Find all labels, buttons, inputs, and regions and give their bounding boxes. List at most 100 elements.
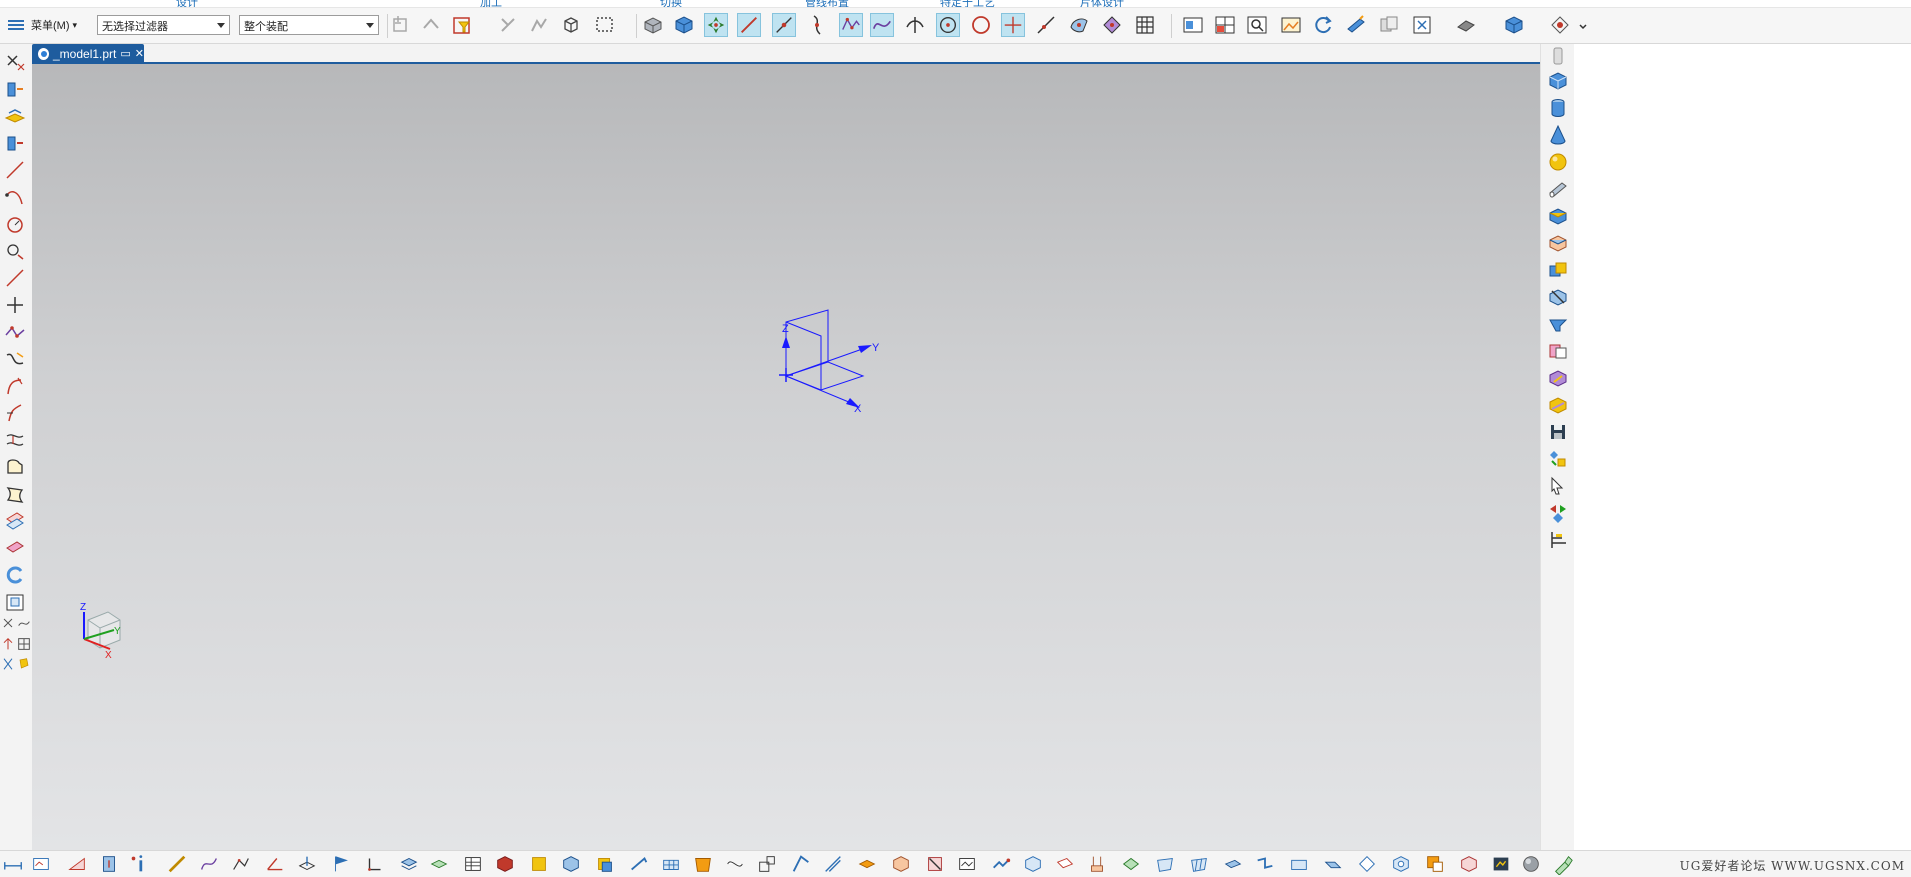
mold-icon[interactable] [594,853,616,875]
offset-region-icon[interactable] [1546,528,1570,552]
view-layout-icon[interactable] [1181,13,1205,37]
coordinate-icon[interactable] [364,853,386,875]
deselect-all-icon[interactable] [389,13,413,37]
assembly-icon[interactable] [1022,853,1044,875]
block-icon[interactable] [1546,69,1570,93]
ribbon-group-routing[interactable]: 管线布置 [805,0,849,7]
dimension-icon[interactable] [2,853,24,875]
menu-button[interactable]: 菜单(M) ▾ [2,14,81,36]
route-icon[interactable] [1086,853,1108,875]
surface-icon[interactable] [692,853,714,875]
boundary-plane-icon[interactable] [3,455,27,479]
offset-curve-icon[interactable] [3,401,27,425]
corner-icon[interactable] [1424,853,1446,875]
spring-icon[interactable] [822,853,844,875]
flat-pattern-icon[interactable] [1490,853,1512,875]
measure-icon[interactable] [98,853,120,875]
bridge-curve-icon[interactable] [3,347,27,371]
snap-spline-icon[interactable] [870,13,894,37]
swept-icon[interactable] [3,536,27,560]
thicken-icon[interactable] [1546,231,1570,255]
render-sphere-icon[interactable] [1520,853,1542,875]
view-split-icon[interactable] [1213,13,1237,37]
cone-icon[interactable] [1546,123,1570,147]
flag-note-icon[interactable] [330,853,352,875]
selection-filter-select[interactable]: 无选择过滤器 [97,15,230,35]
circle-icon[interactable] [3,212,27,236]
refresh-icon[interactable] [1311,13,1335,37]
jog-icon[interactable] [1254,853,1276,875]
document-tab[interactable]: _model1.prt ▭ ✕ [32,44,144,63]
cross-point-icon[interactable] [3,293,27,317]
cutout-icon[interactable] [1356,853,1378,875]
extrude-view-icon[interactable] [1344,13,1368,37]
toolbar-overflow-icon[interactable] [1577,13,1589,37]
select-filter-icon[interactable] [451,13,475,37]
chain-icon[interactable] [856,853,878,875]
tube-icon[interactable] [1546,177,1570,201]
extrude-block-icon[interactable] [1546,204,1570,228]
cylinder-icon[interactable] [1546,96,1570,120]
part-icon[interactable] [560,853,582,875]
shaded-view-icon[interactable] [641,13,665,37]
inspect-icon[interactable] [30,853,52,875]
snap-point-on-face-icon[interactable] [1067,13,1091,37]
save-icon[interactable] [1546,420,1570,444]
small-tool-c-icon[interactable] [0,636,16,652]
project-curve-icon[interactable] [3,428,27,452]
assembly-scope-select[interactable]: 整个装配 [239,15,379,35]
snap-control-point-icon[interactable] [772,13,796,37]
section-view-icon[interactable] [1377,13,1401,37]
snap-bounded-grid-icon[interactable] [1100,13,1124,37]
rebend-icon[interactable] [1322,853,1344,875]
weld-icon[interactable] [1120,853,1142,875]
section-inspect-icon[interactable] [66,853,88,875]
small-tool-e-icon[interactable] [0,656,16,672]
snap-tangent-icon[interactable] [806,13,830,37]
stack-icon[interactable] [428,853,450,875]
unite-icon[interactable] [1546,258,1570,282]
image-view-icon[interactable] [1279,13,1303,37]
small-tool-b-icon[interactable] [16,615,32,631]
hole-icon[interactable] [1390,853,1412,875]
bend-icon[interactable] [790,853,812,875]
fillet-curve-icon[interactable] [3,374,27,398]
arc-icon[interactable] [3,185,27,209]
line-icon[interactable] [3,158,27,182]
select-previous-icon[interactable] [419,13,443,37]
remove-component-icon[interactable] [924,853,946,875]
snap-intersection-icon[interactable] [903,13,927,37]
select-cube-icon[interactable] [559,13,583,37]
section-body-icon[interactable] [3,590,27,614]
render-style-icon[interactable] [1454,13,1478,37]
snap-settings-icon[interactable] [1548,13,1572,37]
normal-icon[interactable] [296,853,318,875]
mesh-icon[interactable] [660,853,682,875]
shaded-edges-icon[interactable] [672,13,696,37]
resource-scroll-icon[interactable] [1546,44,1570,68]
external-icon[interactable]: ▭ [120,47,130,60]
graphics-viewport[interactable]: Z Y X Z Y X [32,64,1540,850]
point-icon[interactable] [3,239,27,263]
fit-view-icon[interactable] [1410,13,1434,37]
draft-icon[interactable] [1546,366,1570,390]
angle-icon[interactable] [264,853,286,875]
leader-icon[interactable] [628,853,650,875]
grid-icon[interactable] [1133,13,1157,37]
ribbon-group-process[interactable]: 特定于工艺 [940,0,995,7]
studio-spline-icon[interactable] [3,320,27,344]
snap-polyline-icon[interactable] [839,13,863,37]
snap-arc-center-icon[interactable] [936,13,960,37]
constraint-icon[interactable] [990,853,1012,875]
snap-existing-point-icon[interactable] [1001,13,1025,37]
gusset-icon[interactable] [1458,853,1480,875]
rectangle-select-icon[interactable] [593,13,617,37]
ribbon-group-design[interactable]: 设计 [176,0,198,7]
solid-icon[interactable] [494,853,516,875]
box-select-icon[interactable] [756,853,778,875]
ribbon-group-switch[interactable]: 切换 [660,0,682,7]
curve-analysis-icon[interactable] [198,853,220,875]
label-icon[interactable] [1054,853,1076,875]
snap-curve-icon[interactable] [527,13,551,37]
flange-icon[interactable] [1188,853,1210,875]
